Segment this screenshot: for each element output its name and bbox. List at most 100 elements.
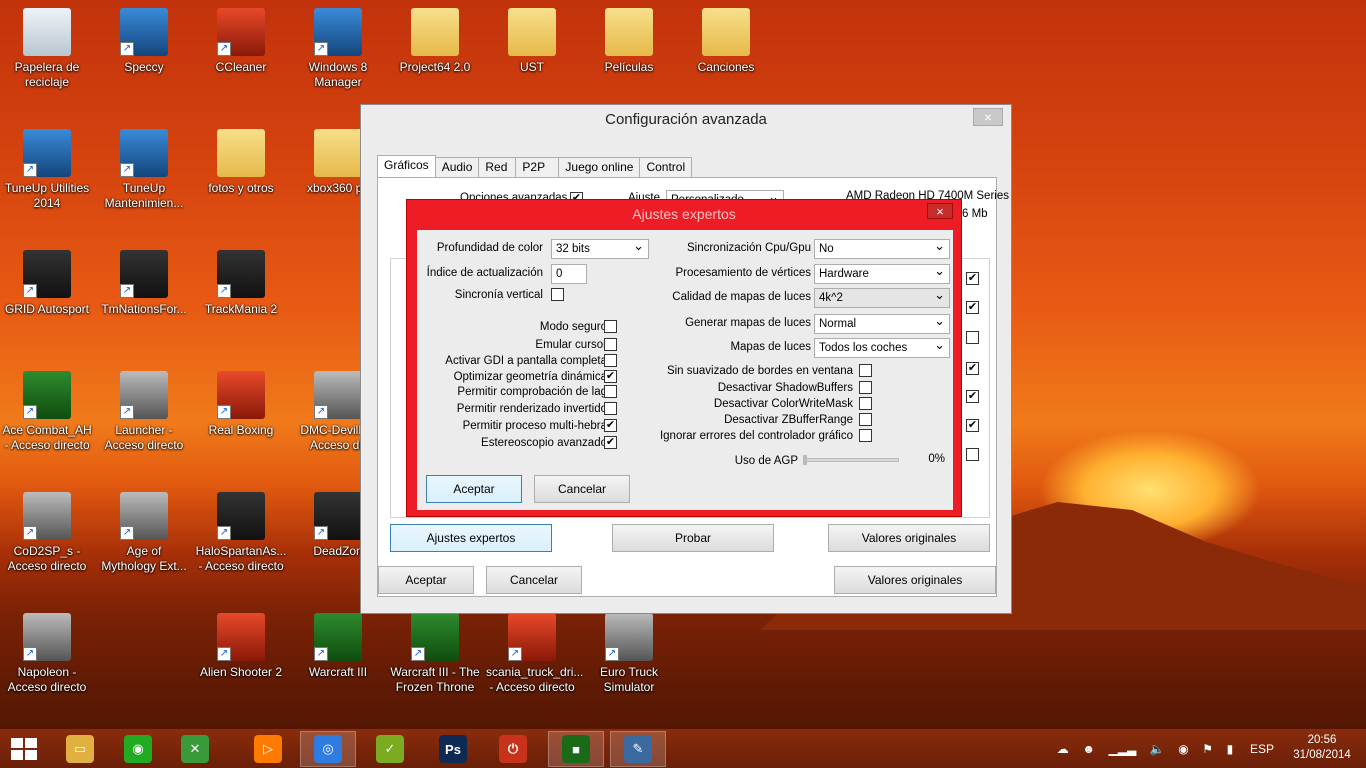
generar-select[interactable]: Normal [814, 312, 950, 334]
right-checkbox-3[interactable] [966, 331, 979, 344]
desktop-icon[interactable]: ↗ TuneUp Mantenimien... [98, 129, 190, 211]
mapas-select[interactable]: Todos los coches [814, 336, 950, 358]
desktop-icon[interactable]: ↗ Napoleon - Acceso directo [1, 613, 93, 695]
shortcut-arrow-icon: ↗ [23, 405, 37, 419]
right-checkbox-5[interactable]: ✔ [966, 390, 979, 403]
agp-label: Uso de AGP [734, 455, 798, 467]
agp-slider[interactable] [803, 455, 899, 465]
expert-aceptar-button[interactable]: Aceptar [426, 475, 522, 503]
profundidad-select[interactable]: 32 bits [551, 237, 649, 259]
close-icon[interactable]: × [927, 203, 953, 219]
left-checkbox[interactable] [604, 320, 617, 333]
desktop-icon[interactable]: ↗ GRID Autosport [1, 250, 93, 317]
config-window-title: Configuración avanzada [605, 111, 767, 128]
taskbar-button[interactable]: ◎ [300, 731, 356, 767]
desktop-icon[interactable]: ↗ TmNationsFor... [98, 250, 190, 317]
clock[interactable]: 20:56 31/08/2014 [1282, 733, 1362, 763]
right-checkbox-4[interactable]: ✔ [966, 362, 979, 375]
taskbar-button[interactable]: ✕ [167, 731, 223, 767]
left-checkbox[interactable] [604, 338, 617, 351]
expert-cancelar-button[interactable]: Cancelar [534, 475, 630, 503]
desktop-icon[interactable]: ↗ HaloSpartanAs... - Acceso directo [195, 492, 287, 574]
tab-juego-online[interactable]: Juego online [558, 157, 641, 177]
desktop-icon[interactable]: Canciones [680, 8, 772, 75]
language-indicator[interactable]: ESP [1250, 729, 1274, 768]
cancelar-button[interactable]: Cancelar [486, 566, 582, 594]
left-checkbox[interactable]: ✔ [604, 370, 617, 383]
agp-slider-thumb[interactable] [803, 455, 807, 465]
valores-originales-inner-button[interactable]: Valores originales [828, 524, 990, 552]
desktop-icon[interactable]: ↗ scania_truck_dri... - Acceso directo [486, 613, 583, 695]
desktop-icon[interactable]: ↗ TrackMania 2 [195, 250, 287, 317]
right-checkbox[interactable] [859, 364, 872, 377]
tab-audio[interactable]: Audio [434, 157, 480, 177]
left-checkbox[interactable]: ✔ [604, 436, 617, 449]
shortcut-arrow-icon: ↗ [217, 526, 231, 540]
desktop-icon[interactable]: Películas [583, 8, 675, 75]
desktop-icon[interactable]: ↗ Windows 8 Manager [292, 8, 384, 90]
volume-icon[interactable]: 🔈 [1150, 742, 1165, 756]
desktop-icon[interactable]: Project64 2.0 [389, 8, 481, 75]
taskbar-button[interactable]: ✓ [362, 731, 418, 767]
sincronia-checkbox[interactable] [551, 288, 564, 301]
aceptar-button[interactable]: Aceptar [378, 566, 474, 594]
taskbar-button[interactable]: ⏻ [485, 731, 541, 767]
desktop-icon[interactable]: ↗ Real Boxing [195, 371, 287, 438]
indice-input[interactable]: 0 [551, 264, 587, 284]
people-icon[interactable]: ☻ [1082, 742, 1095, 756]
desktop-icon[interactable]: ↗ Speccy [98, 8, 190, 75]
right-checkbox[interactable] [859, 429, 872, 442]
signal-icon[interactable]: ▁▂▃ [1109, 742, 1137, 756]
left-checkbox[interactable] [604, 354, 617, 367]
taskbar-button[interactable]: ▭ [52, 731, 108, 767]
ajustes-expertos-button[interactable]: Ajustes expertos [390, 524, 552, 552]
left-checkbox[interactable] [604, 385, 617, 398]
desktop-icon[interactable]: ↗ Warcraft III - The Frozen Throne [389, 613, 481, 695]
tab-red[interactable]: Red [478, 157, 517, 177]
right-checkbox[interactable] [859, 381, 872, 394]
calidad-select[interactable]: 4k^2 [814, 286, 950, 308]
taskbar-button[interactable]: ✎ [610, 731, 666, 767]
desktop-icon[interactable]: ↗ Ace Combat_AH - Acceso directo [1, 371, 93, 453]
tab-p2p[interactable]: P2P [515, 157, 560, 177]
desktop-icon[interactable]: ↗ Euro Truck Simulator [583, 613, 675, 695]
razer-icon: ◉ [124, 735, 152, 763]
right-checkbox[interactable] [859, 397, 872, 410]
taskbar-button[interactable]: Ps [425, 731, 481, 767]
right-checkbox-2[interactable]: ✔ [966, 301, 979, 314]
desktop-icon[interactable]: UST [486, 8, 578, 75]
taskbar-button[interactable]: ◉ [110, 731, 166, 767]
desktop-icon[interactable]: fotos y otros [195, 129, 287, 196]
flag-icon[interactable]: ⚑ [1202, 742, 1213, 756]
desktop-icon[interactable]: ↗ Alien Shooter 2 [195, 613, 287, 680]
battery-icon[interactable]: ▮ [1227, 742, 1234, 756]
valores-originales-button[interactable]: Valores originales [834, 566, 996, 594]
right-checkbox[interactable] [859, 413, 872, 426]
left-checkbox[interactable]: ✔ [604, 419, 617, 432]
probar-button[interactable]: Probar [612, 524, 774, 552]
desktop-icon[interactable]: ↗ CCleaner [195, 8, 287, 75]
taskbar-button[interactable]: ▷ [240, 731, 296, 767]
start-button[interactable] [10, 737, 38, 761]
tab-control[interactable]: Control [639, 157, 693, 177]
gpu-memory: 6 Mb [962, 208, 988, 220]
cloud-icon[interactable]: ☁ [1057, 742, 1069, 756]
taskbar-button[interactable]: ■ [548, 731, 604, 767]
razer-tray-icon[interactable]: ◉ [1178, 742, 1188, 756]
desktop-icon[interactable]: ↗ Launcher - Acceso directo [98, 371, 190, 453]
right-checkbox-1[interactable]: ✔ [966, 272, 979, 285]
sync-select[interactable]: No [814, 237, 950, 259]
close-icon[interactable]: × [973, 108, 1003, 126]
desktop-icon[interactable]: ↗ TuneUp Utilities 2014 [1, 129, 93, 211]
right-checkbox-7[interactable] [966, 448, 979, 461]
desktop-icon-label: TmNationsFor... [101, 302, 187, 316]
vertices-select[interactable]: Hardware [814, 262, 950, 284]
desktop-icon[interactable]: ↗ Age of Mythology Ext... [98, 492, 190, 574]
desktop-icon-label: Warcraft III [308, 665, 368, 679]
right-checkbox-6[interactable]: ✔ [966, 419, 979, 432]
desktop-icon[interactable]: ↗ Warcraft III [292, 613, 384, 680]
desktop-icon[interactable]: Papelera de reciclaje [1, 8, 93, 90]
tab-graficos[interactable]: Gráficos [377, 155, 436, 177]
left-checkbox[interactable] [604, 402, 617, 415]
desktop-icon[interactable]: ↗ CoD2SP_s - Acceso directo [1, 492, 93, 574]
